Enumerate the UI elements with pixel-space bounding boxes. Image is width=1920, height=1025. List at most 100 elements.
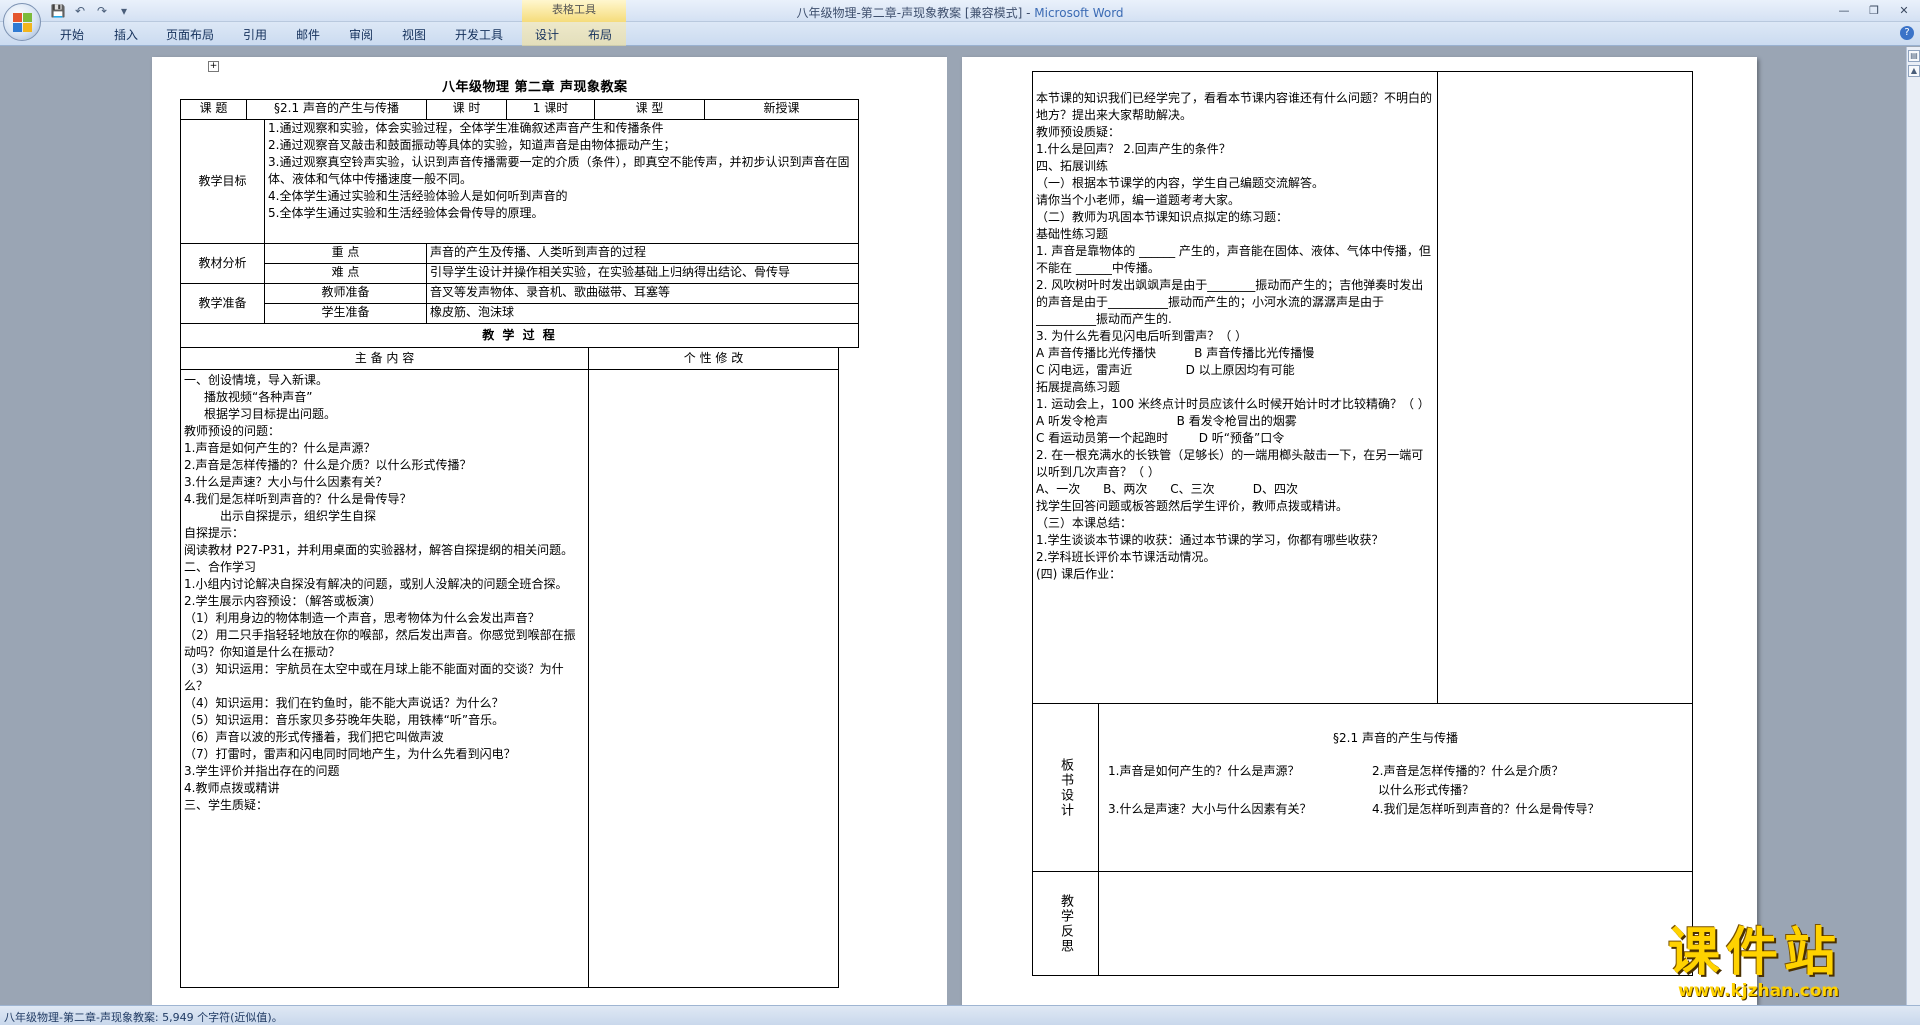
content-line: 自探提示： bbox=[184, 526, 245, 540]
content-line: （7）打雷时，雷声和闪电同时同地产生，为什么先看到闪电？ bbox=[184, 747, 516, 761]
tab-page-layout[interactable]: 页面布局 bbox=[166, 26, 214, 43]
restore-icon[interactable]: ❐ bbox=[1864, 2, 1884, 18]
tab-mailings[interactable]: 邮件 bbox=[296, 26, 320, 43]
content-line: 1. 声音是靠物体的 ______ 产生的，声音能在固体、液体、气体中传播，但不… bbox=[1036, 244, 1431, 275]
goal-5: 5.全体学生通过实验和生活经验体会骨传导的原理。 bbox=[268, 206, 544, 220]
board-item: 1.声音是如何产生的？什么是声源？ bbox=[1108, 764, 1300, 778]
board-item: 4.我们是怎样听到声音的？什么是骨传导？ bbox=[1372, 802, 1600, 816]
content-line: （一）根据本节课学的内容，学生自己编题交流解答。 bbox=[1036, 176, 1325, 190]
goal-1: 1.通过观察和实验，体会实验过程，全体学生准确叙述声音产生和传播条件 bbox=[268, 121, 664, 135]
content-line: 3. 为什么先看见闪电后听到雷声？（ ） bbox=[1036, 329, 1248, 343]
goal-2: 2.通过观察音叉敲击和鼓面振动等具体的实验，知道声音是由物体振动产生； bbox=[268, 138, 676, 152]
label-type: 课 型 bbox=[593, 99, 706, 120]
ruler-toggle-icon[interactable]: ▤ bbox=[1908, 50, 1920, 62]
col-main-content: 主 备 内 容 bbox=[180, 347, 589, 370]
watermark: 课件站 www.kjzhan.com bbox=[1668, 925, 1908, 1005]
window-title: 八年级物理-第二章-声现象教案 [兼容模式] - Microsoft Word bbox=[0, 4, 1920, 21]
table-move-handle-icon[interactable]: + bbox=[208, 61, 219, 72]
content-line: A 声音传播比光传播快 B 声音传播比光传播慢 bbox=[1036, 346, 1315, 360]
value-key-point[interactable]: 声音的产生及传播、人类听到声音的过程 bbox=[425, 243, 860, 264]
personal-edit-cell[interactable] bbox=[588, 369, 839, 988]
content-line: C 看运动员第一个起跑时 D 听“预备”口令 bbox=[1036, 431, 1285, 445]
content-line: A、一次 B、两次 C、三次 D、四次 bbox=[1036, 482, 1298, 496]
tab-view[interactable]: 视图 bbox=[402, 26, 426, 43]
content-line: 2.声音是怎样传播的？什么是介质？以什么形式传播？ bbox=[184, 458, 472, 472]
main-content-cell[interactable]: 一、创设情境，导入新课。 播放视频“各种声音” 根据学习目标提出问题。 教师预设… bbox=[180, 369, 589, 988]
content-line: 1.学生谈谈本节课的收获：通过本节课的学习，你都有哪些收获？ bbox=[1036, 533, 1384, 547]
content-line: 二、合作学习 bbox=[184, 560, 257, 574]
content-line: 请你当个小老师，编一道题考考大家。 bbox=[1036, 193, 1241, 207]
page-2: 本节课的知识我们已经学完了，看看本节课内容谁还有什么问题？不明白的地方？提出来大… bbox=[962, 57, 1757, 1005]
office-button[interactable] bbox=[3, 3, 41, 41]
value-teacher-prep[interactable]: 音叉等发声物体、录音机、歌曲磁带、耳塞等 bbox=[425, 283, 860, 304]
label-key-point: 重 点 bbox=[264, 243, 427, 264]
content-line: （4）知识运用：我们在钓鱼时，能不能大声说话？为什么？ bbox=[184, 696, 504, 710]
lesson-info-table: 课 题 §2.1 声音的产生与传播 课 时 1 课时 课 型 新授课 教学目标 … bbox=[179, 99, 860, 348]
continuation-content-cell[interactable]: 本节课的知识我们已经学完了，看看本节课内容谁还有什么问题？不明白的地方？提出来大… bbox=[1032, 71, 1438, 704]
help-icon[interactable]: ? bbox=[1900, 26, 1914, 40]
content-line: 2.学生展示内容预设：（解答或板演） bbox=[184, 594, 382, 608]
ribbon-tab-bar: 开始 插入 页面布局 引用 邮件 审阅 视图 开发工具 设计 布局 ? bbox=[0, 22, 1920, 46]
board-item: 2.声音是怎样传播的？什么是介质？ bbox=[1372, 764, 1564, 778]
vertical-scrollbar[interactable]: ▤ ▲ bbox=[1906, 47, 1920, 1005]
content-line: （3）知识运用：宇航员在太空中或在月球上能不能面对面的交谈？为什么？ bbox=[184, 662, 564, 693]
content-line: 2. 风吹树叶时发出飒飒声是由于________振动而产生的；吉他弹奏时发出的声… bbox=[1036, 278, 1424, 326]
value-student-prep[interactable]: 橡皮筋、泡沫球 bbox=[425, 303, 860, 324]
goal-3: 3.通过观察真空铃声实验，认识到声音传播需要一定的介质（条件），即真空不能传声，… bbox=[268, 155, 850, 186]
col-personal-edit: 个 性 修 改 bbox=[588, 347, 839, 370]
scroll-up-icon[interactable]: ▲ bbox=[1908, 65, 1920, 77]
content-line: （1）利用身边的物体制造一个声音，思考物体为什么会发出声音？ bbox=[184, 611, 540, 625]
content-line: C 闪电远，雷声近 D 以上原因均有可能 bbox=[1036, 363, 1295, 377]
title-bar: 💾 ↶ ↷ ▾ 表格工具 八年级物理-第二章-声现象教案 [兼容模式] - Mi… bbox=[0, 0, 1920, 22]
board-title: §2.1 声音的产生与传播 bbox=[1333, 731, 1458, 745]
value-topic[interactable]: §2.1 声音的产生与传播 bbox=[246, 99, 427, 120]
content-line: 4.我们是怎样听到声音的？什么是骨传导？ bbox=[184, 492, 412, 506]
document-heading: 八年级物理 第二章 声现象教案 bbox=[442, 80, 628, 95]
document-title: 八年级物理-第二章-声现象教案 [兼容模式] - bbox=[796, 6, 1035, 20]
tab-review[interactable]: 审阅 bbox=[349, 26, 373, 43]
tab-layout[interactable]: 布局 bbox=[588, 26, 612, 43]
content-line: 基础性练习题 bbox=[1036, 227, 1109, 241]
content-line: 一、创设情境，导入新课。 bbox=[184, 373, 329, 387]
label-teacher-prep: 教师准备 bbox=[264, 283, 427, 304]
window-controls: — ❐ ✕ bbox=[1834, 2, 1914, 18]
content-line: 播放视频“各种声音” bbox=[204, 390, 313, 404]
label-goals: 教学目标 bbox=[180, 119, 265, 244]
tab-design[interactable]: 设计 bbox=[535, 26, 559, 43]
content-line: 拓展提高练习题 bbox=[1036, 380, 1121, 394]
board-item: 3.什么是声速？大小与什么因素有关？ bbox=[1108, 802, 1312, 816]
tab-references[interactable]: 引用 bbox=[243, 26, 267, 43]
content-line: 根据学习目标提出问题。 bbox=[204, 407, 337, 421]
app-name: Microsoft Word bbox=[1034, 6, 1124, 20]
content-line: 教师预设质疑： bbox=[1036, 125, 1121, 139]
content-line: 本节课的知识我们已经学完了，看看本节课内容谁还有什么问题？不明白的地方？提出来大… bbox=[1036, 91, 1433, 122]
close-icon[interactable]: ✕ bbox=[1894, 2, 1914, 18]
document-workspace: 八年级物理 第二章 声现象教案 课 题 §2.1 声音的产生与传播 课 时 1 … bbox=[0, 47, 1920, 1005]
minimize-icon[interactable]: — bbox=[1834, 2, 1854, 18]
content-line: (四) 课后作业： bbox=[1036, 567, 1122, 581]
content-line: 四、拓展训练 bbox=[1036, 159, 1109, 173]
reflection-content-cell[interactable] bbox=[1098, 871, 1693, 976]
value-hours[interactable]: 1 课时 bbox=[506, 99, 595, 120]
value-type[interactable]: 新授课 bbox=[704, 99, 860, 120]
content-line: 2. 在一根充满水的长铁管（足够长）的一端用榔头敲击一下，在另一端可以听到几次声… bbox=[1036, 448, 1424, 479]
tab-home[interactable]: 开始 bbox=[60, 26, 84, 43]
tab-insert[interactable]: 插入 bbox=[114, 26, 138, 43]
content-line: （三）本课总结： bbox=[1036, 516, 1133, 530]
continuation-personal-cell[interactable] bbox=[1437, 71, 1693, 704]
goal-4: 4.全体学生通过实验和生活经验体验人是如何听到声音的 bbox=[268, 189, 568, 203]
content-line: （5）知识运用：音乐家贝多芬晚年失聪，用铁棒“听”音乐。 bbox=[184, 713, 505, 727]
content-line: 1. 运动会上，100 米终点计时员应该什么时候开始计时才比较精确？（ ） bbox=[1036, 397, 1430, 411]
label-topic: 课 题 bbox=[180, 99, 247, 120]
goals-cell[interactable]: 1.通过观察和实验，体会实验过程，全体学生准确叙述声音产生和传播条件 2.通过观… bbox=[263, 119, 860, 244]
reflection-label-cell: 教学反思 bbox=[1032, 871, 1099, 976]
board-content-cell[interactable]: §2.1 声音的产生与传播 1.声音是如何产生的？什么是声源？ 2.声音是怎样传… bbox=[1098, 703, 1693, 872]
process-title: 教 学 过 程 bbox=[179, 323, 860, 348]
content-line: 出示自探提示，组织学生自探 bbox=[220, 509, 377, 523]
value-difficulty[interactable]: 引导学生设计并操作相关实验，在实验基础上归纳得出结论、骨传导 bbox=[425, 263, 860, 284]
label-hours: 课 时 bbox=[426, 99, 507, 120]
status-text: 八年级物理-第二章-声现象教案: 5,949 个字符(近似值)。 bbox=[4, 1011, 283, 1024]
content-line: 教师预设的问题： bbox=[184, 424, 281, 438]
label-student-prep: 学生准备 bbox=[264, 303, 427, 324]
tab-developer[interactable]: 开发工具 bbox=[455, 26, 503, 43]
